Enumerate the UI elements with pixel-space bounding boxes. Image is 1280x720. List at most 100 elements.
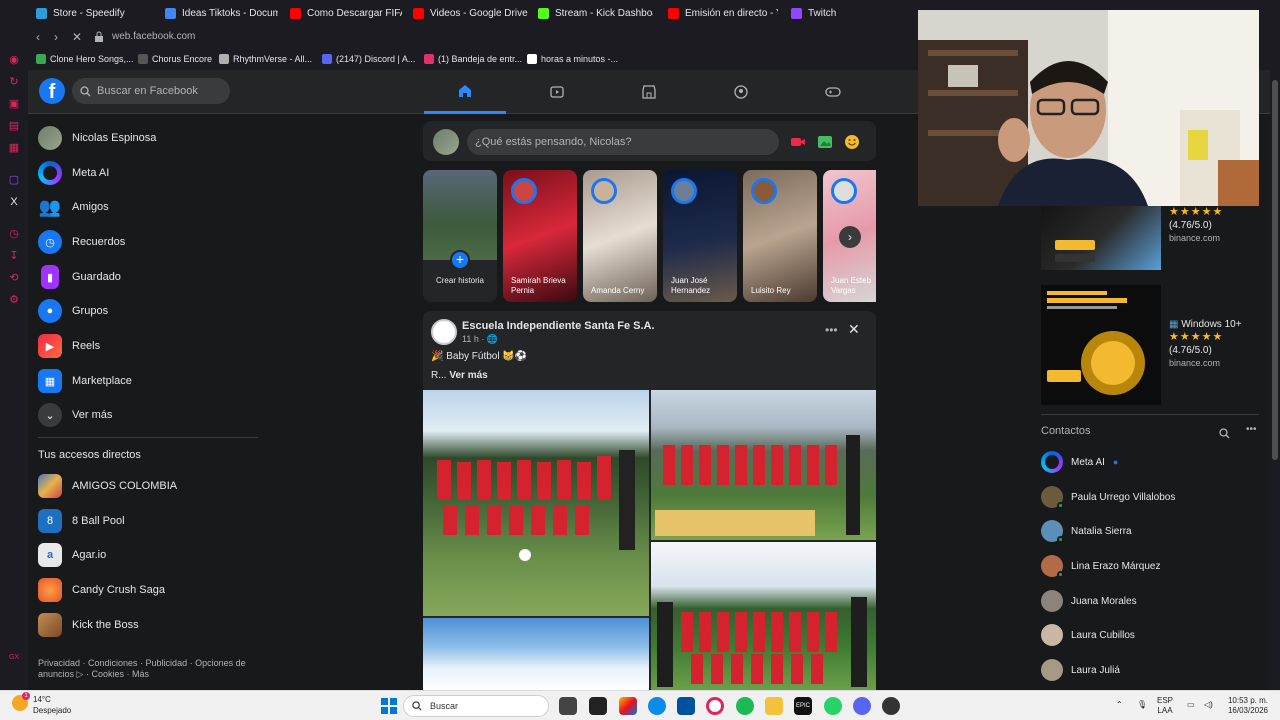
shortcut-item[interactable]: Candy Crush Saga — [38, 575, 165, 605]
sidebar-item-saved[interactable]: ▮ Guardado — [38, 262, 121, 292]
shortcut-item[interactable]: AMIGOS COLOMBIA — [38, 471, 177, 501]
story-card[interactable]: Luisito Rey — [743, 170, 817, 302]
sidebar-item-reels[interactable]: ▶ Reels — [38, 331, 100, 361]
spotify-icon[interactable] — [736, 697, 754, 715]
sidebar-item-marketplace[interactable]: ▦ Marketplace — [38, 366, 132, 396]
stop-icon[interactable]: ✕ — [72, 30, 82, 44]
settings-icon[interactable]: ⚙ — [8, 294, 20, 306]
more-options-icon[interactable]: ••• — [825, 323, 838, 337]
messenger-icon[interactable]: ◉ — [8, 54, 20, 66]
wallet-icon[interactable]: ▣ — [8, 98, 20, 110]
bookmark-0[interactable]: Clone Hero Songs,... — [36, 54, 134, 64]
sidebar-item-memories[interactable]: ◷ Recuerdos — [38, 227, 125, 257]
tab-marketplace[interactable] — [608, 70, 690, 114]
shortcut-item[interactable]: a Agar.io — [38, 540, 106, 570]
forward-icon[interactable]: › — [54, 30, 58, 44]
footer-links[interactable]: Privacidad · Condiciones · Publicidad · … — [38, 658, 253, 680]
story-next-button[interactable]: › — [839, 226, 861, 248]
composer-input[interactable]: ¿Qué estás pensando, Nicolas? — [467, 129, 779, 155]
sidebar-item-see-more[interactable]: ⌄ Ver más — [38, 400, 112, 430]
sidebar-item-profile[interactable]: Nicolas Espinosa — [38, 123, 156, 153]
contact-item[interactable]: Laura Cubillos — [1041, 622, 1135, 648]
language-indicator[interactable]: ESP LAA — [1157, 696, 1173, 716]
bookmark-5[interactable]: horas a minutos -... — [527, 54, 618, 64]
windows-start-icon[interactable] — [381, 698, 397, 714]
tab-video[interactable] — [516, 70, 598, 114]
sidebar-item-groups[interactable]: ● Grupos — [38, 296, 108, 326]
contact-item[interactable]: Meta AI ● — [1041, 449, 1118, 475]
file-explorer-icon[interactable] — [765, 697, 783, 715]
contact-item[interactable]: Juana Morales — [1041, 588, 1137, 614]
network-icon[interactable]: ▭ — [1187, 700, 1195, 710]
url-field[interactable]: web.facebook.com — [112, 31, 195, 42]
sidebar-item-friends[interactable]: 👥 Amigos — [38, 192, 109, 222]
tab-5[interactable]: Emisión en directo - YouT — [668, 4, 778, 22]
bookmark-4[interactable]: (1) Bandeja de entr... — [424, 54, 522, 64]
sidebar-item-meta-ai[interactable]: Meta AI — [38, 158, 109, 188]
page-scrollbar[interactable] — [1270, 70, 1280, 690]
scrollbar-thumb[interactable] — [1272, 80, 1278, 460]
store-icon[interactable] — [677, 697, 695, 715]
weather-widget[interactable]: 14°C Despejado — [33, 694, 71, 716]
clock[interactable]: 10:53 p. m. 16/03/2026 — [1224, 696, 1268, 716]
facebook-logo-icon[interactable]: f — [39, 78, 65, 104]
post-author[interactable]: Escuela Independiente Santa Fe S.A. — [462, 320, 655, 332]
epic-games-icon[interactable]: EPIC — [794, 697, 812, 715]
story-card[interactable]: Juan José Hernandez — [663, 170, 737, 302]
discord-icon[interactable] — [853, 697, 871, 715]
story-card[interactable]: Amanda Cerny — [583, 170, 657, 302]
opera-gx-icon[interactable] — [706, 697, 724, 715]
history-icon[interactable]: ↻ — [8, 76, 20, 88]
photo-video-icon[interactable] — [817, 134, 833, 150]
microphone-icon[interactable]: 🎙 — [1137, 700, 1147, 710]
post-photo[interactable] — [423, 618, 649, 690]
whatsapp-icon[interactable] — [824, 697, 842, 715]
back-icon[interactable]: ‹ — [36, 30, 40, 44]
ad-image[interactable] — [1041, 206, 1161, 270]
tab-6[interactable]: Twitch — [791, 4, 861, 22]
obs-icon[interactable] — [882, 697, 900, 715]
download-icon[interactable]: ↧ — [8, 250, 20, 262]
tab-2[interactable]: Como Descargar FIFA 14 — [290, 4, 402, 22]
more-options-icon[interactable]: ••• — [1246, 424, 1257, 435]
page-avatar[interactable] — [431, 319, 457, 345]
live-video-icon[interactable] — [790, 134, 806, 150]
tab-3[interactable]: Videos - Google Drive — [413, 4, 528, 22]
see-more-link[interactable]: Ver más — [449, 370, 487, 381]
player-icon[interactable]: ▦ — [8, 142, 20, 154]
close-icon[interactable]: ✕ — [848, 321, 860, 338]
extensions-icon[interactable]: ⟲ — [8, 272, 20, 284]
tab-groups[interactable] — [700, 70, 782, 114]
tab-4[interactable]: Stream - Kick Dashboard — [538, 4, 653, 22]
post-photo[interactable] — [423, 390, 649, 616]
story-card[interactable]: Samirah Brieva Pernia — [503, 170, 577, 302]
copilot-icon[interactable] — [619, 697, 637, 715]
tab-1[interactable]: Ideas Tiktoks - Documen — [165, 4, 278, 22]
shortcut-item[interactable]: Kick the Boss — [38, 610, 139, 640]
tray-overflow-icon[interactable]: ⌃ — [1116, 700, 1123, 710]
post-photo[interactable] — [651, 390, 876, 540]
contact-item[interactable]: Paula Urrego Villalobos — [1041, 484, 1175, 510]
ad-image[interactable] — [1041, 285, 1161, 405]
notes-icon[interactable]: ▤ — [8, 120, 20, 132]
edge-icon[interactable] — [648, 697, 666, 715]
ad-text[interactable]: ★★★★★ (4.76/5.0) binance.com — [1169, 206, 1223, 245]
tab-gaming[interactable] — [792, 70, 874, 114]
contact-item[interactable]: Laura Juliá — [1041, 657, 1120, 683]
bookmark-3[interactable]: (2147) Discord | A... — [322, 54, 415, 64]
volume-icon[interactable]: ◁) — [1204, 700, 1213, 710]
feeling-icon[interactable] — [844, 134, 860, 150]
taskbar-search[interactable]: Buscar — [403, 695, 549, 717]
tab-home[interactable] — [424, 70, 506, 114]
twitch-icon[interactable]: ▢ — [8, 174, 20, 186]
bookmark-1[interactable]: Chorus Encore — [138, 54, 212, 64]
ad-text[interactable]: ▦ Windows 10+ ★★★★★ (4.76/5.0) binance.c… — [1169, 318, 1242, 370]
clock-icon[interactable]: ◷ — [8, 228, 20, 240]
contact-item[interactable]: Lina Erazo Márquez — [1041, 553, 1161, 579]
task-view-icon[interactable] — [559, 697, 577, 715]
search-input[interactable]: Buscar en Facebook — [72, 78, 230, 104]
capcut-icon[interactable] — [589, 697, 607, 715]
gx-icon[interactable]: GX — [8, 652, 20, 664]
contact-item[interactable]: Natalia Sierra — [1041, 518, 1132, 544]
shortcut-item[interactable]: 88 Ball Pool — [38, 506, 125, 536]
